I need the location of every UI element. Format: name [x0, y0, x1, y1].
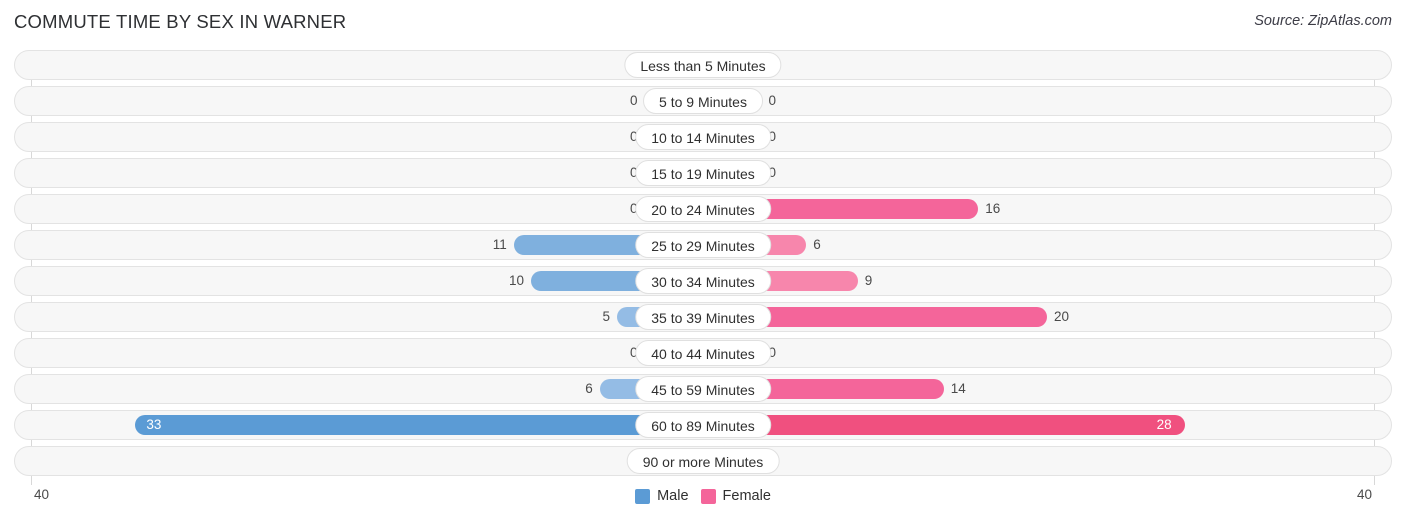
category-label: 5 to 9 Minutes: [643, 88, 763, 114]
female-bar: [703, 415, 1185, 435]
bar-row: 6 14 45 to 59 Minutes: [14, 374, 1392, 404]
chart-legend: Male Female: [0, 488, 1406, 504]
legend-item[interactable]: Male: [635, 488, 689, 504]
male-value-label: 11: [492, 237, 507, 252]
bar-row-inner: 11 6 25 to 29 Minutes: [15, 231, 1391, 259]
female-value-label: 16: [985, 201, 1001, 216]
bar-row-inner: 6 14 45 to 59 Minutes: [15, 375, 1391, 403]
bar-row: 5 20 35 to 39 Minutes: [14, 302, 1392, 332]
male-value-label: 6: [585, 381, 593, 396]
male-value-label: 10: [508, 273, 524, 288]
category-label: 15 to 19 Minutes: [635, 160, 771, 186]
legend-label: Female: [722, 488, 771, 504]
category-label: Less than 5 Minutes: [624, 52, 782, 78]
bar-row: 33 28 60 to 89 Minutes: [14, 410, 1392, 440]
chart-header: COMMUTE TIME BY SEX IN WARNER Source: Zi…: [0, 0, 1406, 46]
category-label: 30 to 34 Minutes: [635, 268, 771, 294]
female-value-label: 9: [864, 273, 873, 288]
plot-area: 00Less than 5 Minutes 0 0 5 to 9 Minutes 001…: [0, 50, 1406, 485]
legend-swatch-icon: [635, 488, 651, 504]
source-attribution: Source: ZipAtlas.com: [1254, 13, 1392, 29]
bar-row-inner: 0 0 5 to 9 Minutes: [15, 87, 1391, 115]
category-label: 35 to 39 Minutes: [635, 304, 771, 330]
female-value-label: 20: [1054, 309, 1070, 324]
bar-row: 0 0 40 to 44 Minutes: [14, 338, 1392, 368]
male-value-label: 0: [630, 93, 638, 108]
bar-row-inner: 0 0 40 to 44 Minutes: [15, 339, 1391, 367]
male-value-label: 5: [602, 309, 610, 324]
category-label: 90 or more Minutes: [626, 448, 780, 474]
bar-row-inner: 00Less than 5 Minutes: [15, 51, 1391, 79]
bar-row-inner: 0 16 20 to 24 Minutes: [15, 195, 1391, 223]
category-label: 45 to 59 Minutes: [635, 376, 771, 402]
category-label: 10 to 14 Minutes: [635, 124, 771, 150]
legend-swatch-icon: [700, 488, 716, 504]
category-label: 20 to 24 Minutes: [635, 196, 771, 222]
chart-container: COMMUTE TIME BY SEX IN WARNER Source: Zi…: [0, 0, 1406, 523]
bar-row: 0 16 20 to 24 Minutes: [14, 194, 1392, 224]
bar-row: 11 6 25 to 29 Minutes: [14, 230, 1392, 260]
female-value-label: 14: [950, 381, 966, 396]
male-value-label: 33: [146, 417, 162, 432]
bar-row-inner: 0090 or more Minutes: [15, 447, 1391, 475]
bar-row-inner: 0 0 10 to 14 Minutes: [15, 123, 1391, 151]
female-value-label: 0: [768, 93, 776, 108]
bar-row-inner: 5 20 35 to 39 Minutes: [15, 303, 1391, 331]
bar-row: 10 9 30 to 34 Minutes: [14, 266, 1392, 296]
legend-label: Male: [657, 488, 689, 504]
female-value-label: 28: [1156, 417, 1172, 432]
bar-row: 0090 or more Minutes: [14, 446, 1392, 476]
page-title: COMMUTE TIME BY SEX IN WARNER: [14, 11, 347, 32]
category-label: 25 to 29 Minutes: [635, 232, 771, 258]
male-bar: [135, 415, 703, 435]
bar-row: 0 0 10 to 14 Minutes: [14, 122, 1392, 152]
chart-footer: 40 40 Male Female: [0, 485, 1406, 523]
bar-row: 0 0 15 to 19 Minutes: [14, 158, 1392, 188]
female-value-label: 6: [813, 237, 821, 252]
bar-row: 0 0 5 to 9 Minutes: [14, 86, 1392, 116]
bar-row-inner: 33 28 60 to 89 Minutes: [15, 411, 1391, 439]
category-label: 40 to 44 Minutes: [635, 340, 771, 366]
legend-item[interactable]: Female: [700, 488, 771, 504]
bar-row-list: 00Less than 5 Minutes 0 0 5 to 9 Minutes 001…: [0, 50, 1406, 482]
category-label: 60 to 89 Minutes: [635, 412, 771, 438]
bar-row: 00Less than 5 Minutes: [14, 50, 1392, 80]
bar-row-inner: 0 0 15 to 19 Minutes: [15, 159, 1391, 187]
bar-row-inner: 10 9 30 to 34 Minutes: [15, 267, 1391, 295]
